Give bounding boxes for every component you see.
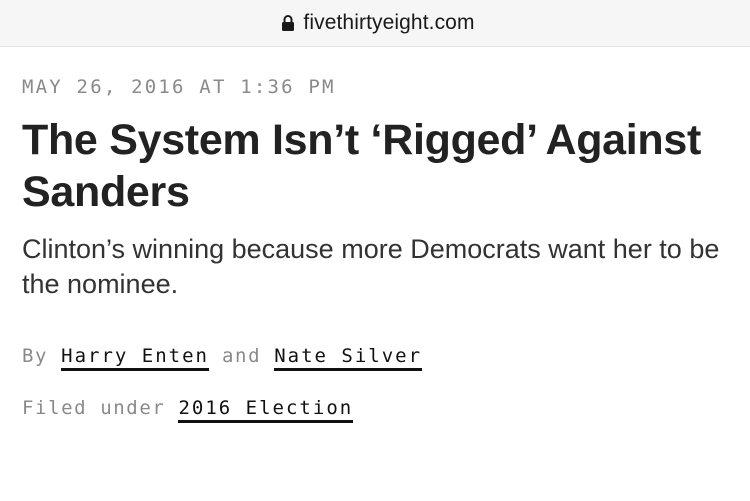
byline-separator: and — [222, 345, 262, 367]
filed-prefix: Filed under — [22, 397, 166, 419]
article-headline: The System Isn’t ‘Rigged’ Against Sander… — [22, 116, 702, 216]
byline-prefix: By — [22, 345, 49, 367]
article-header: MAY 26, 2016 AT 1:36 PM The System Isn’t… — [22, 74, 732, 423]
browser-address-bar[interactable]: fivethirtyeight.com — [0, 0, 750, 47]
article-dateline: MAY 26, 2016 AT 1:36 PM — [22, 76, 336, 98]
byline: By Harry Enten and Nate Silver — [22, 342, 732, 371]
filed-under: Filed under 2016 Election — [22, 394, 732, 423]
author-link-nate-silver[interactable]: Nate Silver — [274, 345, 423, 371]
article-dek: Clinton’s winning because more Democrats… — [22, 234, 720, 299]
author-link-harry-enten[interactable]: Harry Enten — [61, 345, 209, 371]
lock-icon — [281, 14, 295, 32]
url-text: fivethirtyeight.com — [303, 11, 475, 34]
category-link[interactable]: 2016 Election — [178, 397, 354, 423]
url-display[interactable]: fivethirtyeight.com — [281, 11, 474, 35]
